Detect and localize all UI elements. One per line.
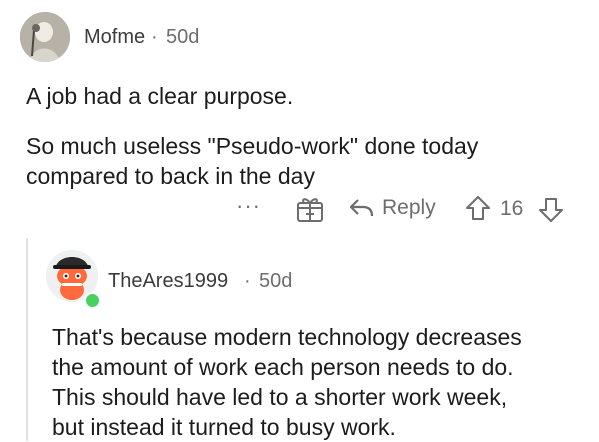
- more-icon: ···: [236, 193, 261, 218]
- downvote-button[interactable]: [538, 197, 564, 223]
- meta-separator: ·: [244, 270, 251, 292]
- meta-separator: ·: [151, 26, 158, 48]
- upvote-arrow-icon: [466, 196, 490, 220]
- comment-text-line: A job had a clear purpose.: [26, 83, 294, 109]
- reply-text-line: the amount of work each person needs to …: [52, 354, 514, 380]
- more-options-button[interactable]: ···: [236, 193, 261, 219]
- reply-text-line: but instead it turned to busy work.: [52, 414, 396, 440]
- award-button[interactable]: [295, 195, 325, 223]
- reply-button[interactable]: Reply: [348, 196, 436, 220]
- reply-text-line: That's because modern technology decreas…: [52, 324, 522, 350]
- reply-arrow-icon: [349, 199, 374, 217]
- avatar-photo-icon: [20, 12, 70, 62]
- vote-count: 16: [500, 197, 524, 220]
- online-status-icon: [84, 292, 101, 309]
- downvote-arrow-icon: [539, 198, 563, 222]
- comment-text-line: compared to back in the day: [26, 163, 315, 189]
- reply-text-line: This should have led to a shorter work w…: [52, 384, 508, 410]
- avatar[interactable]: [20, 12, 70, 62]
- award-gift-icon: [297, 198, 323, 222]
- upvote-button[interactable]: [465, 195, 491, 221]
- reply-label: Reply: [382, 196, 436, 219]
- comment-username[interactable]: Mofme: [84, 26, 145, 49]
- comment-age[interactable]: 50d: [166, 26, 199, 49]
- thread-line[interactable]: [26, 238, 28, 441]
- reply-age[interactable]: 50d: [259, 270, 292, 293]
- comment-text-line: So much useless "Pseudo-work" done today: [26, 133, 479, 159]
- reply-username[interactable]: TheAres1999: [108, 270, 228, 293]
